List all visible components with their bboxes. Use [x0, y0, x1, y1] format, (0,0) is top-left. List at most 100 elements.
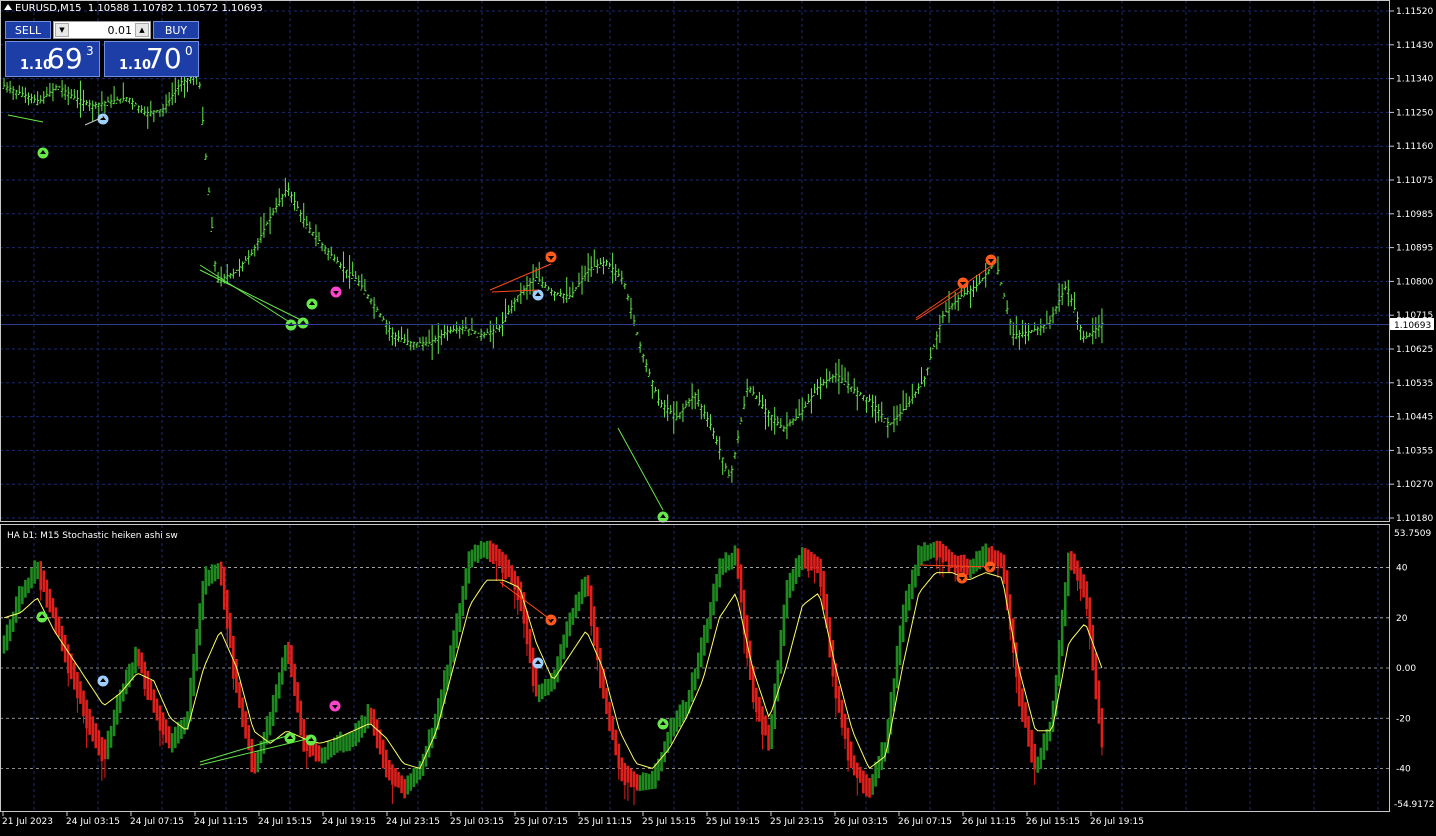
ha-bear-bar — [149, 680, 153, 701]
ha-bull-bar — [984, 543, 988, 565]
ha-bull-bar — [975, 551, 978, 572]
ha-bear-bar — [137, 648, 140, 667]
indicator-axis-top: 53.7509 — [1394, 529, 1431, 539]
ha-bear-bar — [48, 588, 52, 613]
ha-bear-bar — [290, 645, 293, 678]
ha-bull-bar — [277, 672, 281, 699]
ha-bull-bar — [274, 684, 278, 713]
ha-bull-bar — [782, 604, 786, 646]
ha-bull-bar — [571, 607, 575, 625]
sell-button[interactable]: SELL — [5, 21, 51, 39]
ha-bear-bar — [57, 616, 61, 638]
time-tick-label: 25 Jul 15:15 — [642, 817, 696, 827]
ha-bear-bar — [862, 770, 865, 794]
ha-bull-bar — [421, 753, 425, 776]
ha-bear-bar — [299, 700, 302, 736]
ha-bear-bar — [843, 713, 847, 739]
ha-bull-bar — [580, 579, 584, 605]
price-tick-label: 1.10355 — [1396, 446, 1433, 456]
ha-bear-bar — [60, 625, 64, 652]
ha-bear-bar — [1033, 743, 1036, 770]
ha-bull-bar — [5, 624, 9, 651]
ha-bear-bar — [513, 570, 517, 590]
ha-bull-bar — [195, 629, 198, 671]
ha-bull-bar — [638, 775, 642, 791]
sell-price-fraction: 3 — [86, 44, 94, 58]
ha-bull-bar — [125, 669, 128, 695]
ha-bear-bar — [225, 589, 229, 629]
lot-size-input[interactable] — [72, 23, 132, 37]
ha-bull-bar — [1039, 747, 1043, 770]
ha-bull-bar — [733, 545, 737, 566]
ha-bull-bar — [547, 678, 550, 696]
ha-bull-bar — [464, 568, 468, 600]
collapse-triangle-icon[interactable] — [4, 4, 12, 10]
ha-bull-bar — [904, 590, 908, 623]
ha-bear-bar — [629, 768, 633, 788]
ha-bull-bar — [562, 634, 565, 660]
ha-bull-bar — [981, 546, 984, 567]
ha-bear-bar — [837, 686, 841, 713]
ha-bear-bar — [155, 698, 159, 721]
ha-bear-bar — [1097, 680, 1101, 724]
ha-bull-bar — [901, 604, 905, 643]
price-tick-label: 1.10895 — [1396, 244, 1433, 254]
time-tick-label: 26 Jul 07:15 — [898, 817, 952, 827]
sell-price-button[interactable]: 1.10 69 3 — [5, 41, 100, 77]
ha-bull-bar — [284, 644, 287, 671]
ha-bear-bar — [1091, 625, 1095, 671]
ha-bull-bar — [1048, 721, 1052, 742]
chart-canvas[interactable]: 1.11520 1.11430 1.11340 1.11250 1.11160 1.110… — [0, 0, 1436, 832]
buy-price-fraction: 0 — [185, 44, 193, 58]
lot-decrease-button[interactable]: ▼ — [55, 23, 69, 37]
ha-bear-bar — [250, 738, 254, 773]
ha-bear-bar — [996, 550, 1000, 567]
ha-bear-bar — [54, 607, 58, 634]
ha-bear-bar — [1027, 716, 1030, 747]
ha-bull-bar — [210, 564, 214, 584]
ha-bear-bar — [222, 566, 226, 610]
ha-bull-bar — [690, 672, 694, 702]
ha-bear-bar — [507, 559, 510, 578]
ha-bear-bar — [167, 726, 171, 749]
lot-increase-button[interactable]: ▲ — [135, 23, 149, 37]
ha-bull-bar — [207, 569, 211, 586]
ha-bull-bar — [898, 625, 902, 666]
time-tick-label: 24 Jul 23:15 — [386, 817, 440, 827]
time-tick-label: 25 Jul 19:15 — [706, 817, 760, 827]
ha-bull-bar — [406, 775, 409, 795]
ha-bear-bar — [238, 682, 241, 709]
ha-bull-bar — [213, 564, 217, 582]
ha-bear-bar — [614, 729, 617, 756]
ha-bear-bar — [253, 752, 257, 774]
ha-bull-bar — [911, 569, 914, 600]
ha-bear-bar — [381, 739, 385, 769]
ha-bull-bar — [544, 678, 547, 697]
indicator-tick-label: -40 — [1396, 765, 1411, 775]
ha-bear-bar — [229, 612, 232, 648]
ha-bull-bar — [357, 720, 361, 743]
ha-bull-bar — [201, 580, 205, 620]
ha-bear-bar — [39, 561, 42, 591]
ha-bear-bar — [1079, 567, 1082, 590]
ha-bull-bar — [669, 717, 673, 744]
ha-bull-bar — [33, 560, 36, 584]
ha-bear-bar — [859, 766, 862, 783]
ha-bull-bar — [109, 725, 113, 748]
ha-bear-bar — [1070, 551, 1073, 571]
ha-bear-bar — [146, 670, 150, 700]
ha-bear-bar — [736, 548, 740, 579]
ha-bull-bar — [715, 573, 718, 602]
buy-button[interactable]: BUY — [153, 21, 199, 39]
ha-bear-bar — [164, 719, 168, 743]
ohlc-values: 1.10588 1.10782 1.10572 1.10693 — [87, 3, 263, 14]
ha-bear-bar — [632, 771, 636, 787]
ha-bear-bar — [1100, 708, 1104, 748]
ha-bear-bar — [963, 554, 966, 573]
ha-bear-bar — [488, 540, 492, 562]
ha-bear-bar — [97, 730, 101, 756]
buy-price-button[interactable]: 1.10 70 0 — [104, 41, 199, 77]
ha-bear-bar — [247, 725, 250, 751]
price-tick-label: 1.11075 — [1396, 176, 1433, 186]
price-tick-label: 1.11340 — [1396, 75, 1433, 85]
